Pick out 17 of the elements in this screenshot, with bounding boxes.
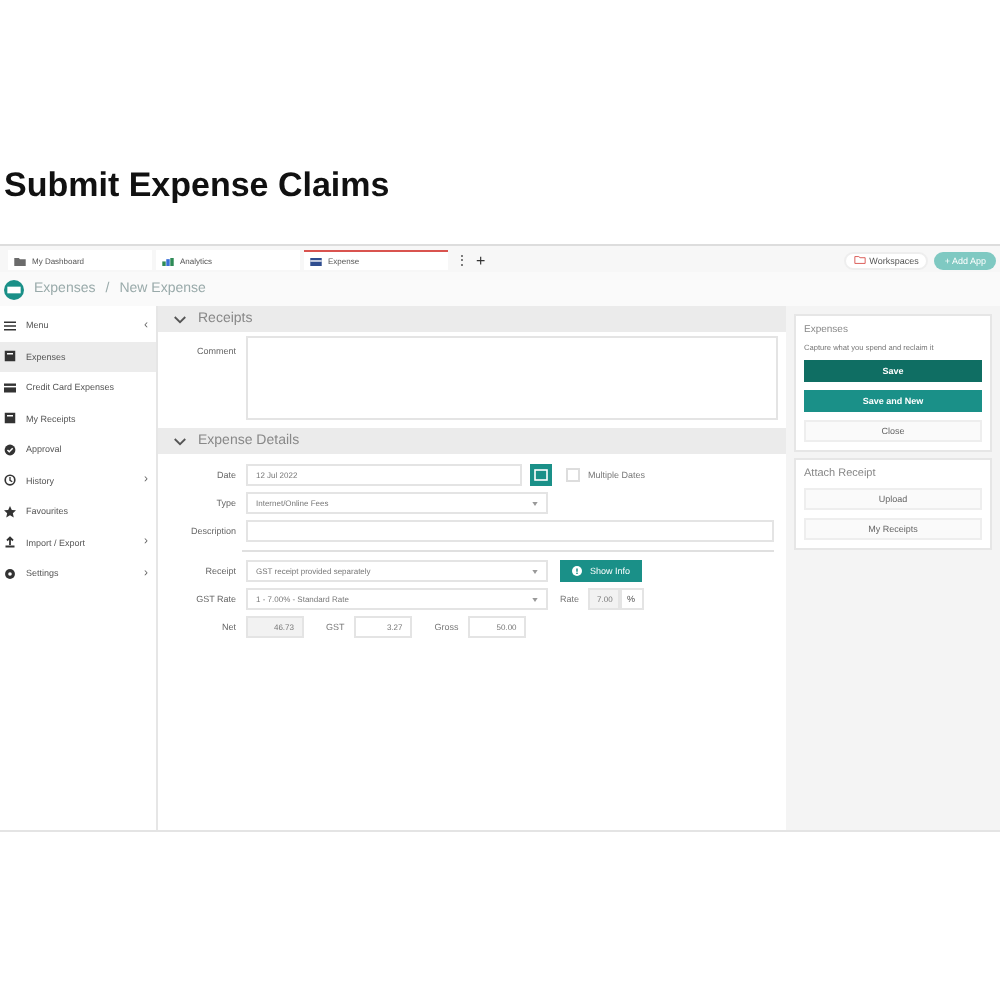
dropdown-caret-icon	[532, 501, 538, 505]
card-icon	[310, 257, 322, 265]
description-field[interactable]	[246, 520, 774, 542]
dropdown-caret-icon	[532, 569, 538, 573]
folder-icon	[853, 256, 866, 264]
upload-icon	[4, 536, 16, 549]
chart-icon	[162, 257, 174, 265]
checkbox[interactable]	[566, 468, 580, 482]
page-title: Submit Expense Claims	[2, 164, 392, 206]
star-icon	[4, 505, 16, 518]
menu-icon	[4, 319, 16, 332]
comment-field[interactable]	[246, 336, 778, 420]
history-icon	[4, 474, 16, 487]
calendar-button[interactable]	[530, 464, 552, 486]
folder-icon	[14, 257, 26, 265]
dropdown-caret-icon	[532, 597, 538, 601]
add-tab-button[interactable]: +	[472, 251, 490, 269]
